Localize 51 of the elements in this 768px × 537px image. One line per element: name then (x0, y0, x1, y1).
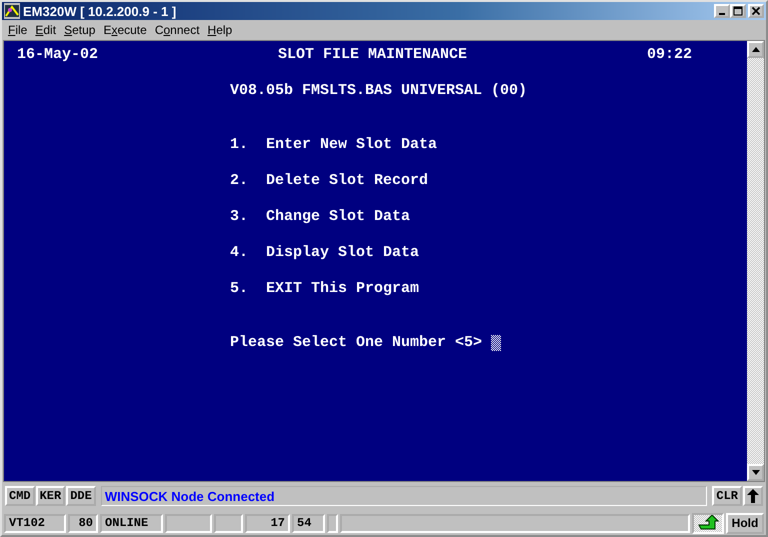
status-cell: VT102 (4, 514, 66, 532)
time-text: 09:22 (646, 46, 692, 64)
minimize-icon (719, 13, 725, 15)
close-icon (751, 6, 761, 16)
minimize-button[interactable] (714, 4, 730, 18)
status-cell (327, 514, 338, 532)
up-triangle-icon (752, 47, 760, 52)
menu-item[interactable]: Setup (60, 23, 100, 37)
option-label: Enter New Slot Data (266, 136, 438, 154)
status-cell (214, 514, 243, 532)
status-cell: 80 (68, 514, 98, 532)
prompt-text: Please Select One Number <5> (230, 334, 482, 352)
version-text: V08.05b FMSLTS.BAS UNIVERSAL (00) (230, 82, 528, 100)
close-button[interactable] (748, 4, 764, 18)
option-number: 2. (230, 172, 250, 190)
cursor-icon (491, 335, 502, 351)
status-cell: 54 (292, 514, 325, 532)
menu-item[interactable]: Help (204, 23, 236, 37)
status-cell: 17 (245, 514, 290, 532)
menu-item[interactable]: Connect (150, 23, 204, 37)
option-number: 1. (230, 136, 250, 154)
option-number: 4. (230, 244, 250, 262)
message-field: WINSOCK Node Connected (100, 486, 708, 506)
option-label: Display Slot Data (266, 244, 420, 262)
menu-item[interactable]: Edit (31, 23, 60, 37)
status-cell: ONLINE (100, 514, 163, 532)
connect-button[interactable] (692, 512, 724, 534)
up-arrow-button[interactable] (743, 486, 763, 506)
toolbar-button[interactable]: DDE (66, 486, 96, 506)
scrollbar[interactable] (747, 41, 764, 481)
menu-item[interactable]: File (4, 23, 32, 37)
toolbar-button[interactable]: CMD (5, 486, 35, 506)
date-text: 16-May-02 (17, 46, 98, 64)
clear-button[interactable]: CLR (712, 486, 742, 506)
option-label: Delete Slot Record (266, 172, 428, 190)
maximize-icon (733, 6, 743, 16)
maximize-button[interactable] (730, 4, 746, 18)
scroll-up-button[interactable] (747, 41, 764, 58)
screen-title: SLOT FILE MAINTENANCE (278, 46, 468, 64)
hold-button[interactable]: Hold (726, 512, 764, 534)
menu-item[interactable]: Execute (99, 23, 151, 37)
option-label: EXIT This Program (266, 280, 420, 298)
option-number: 5. (230, 280, 250, 298)
window-title: EM320W [ 10.2.200.9 - 1 ] (23, 4, 176, 18)
scroll-down-button[interactable] (747, 464, 764, 481)
option-label: Change Slot Data (266, 208, 410, 226)
status-cell (165, 514, 212, 532)
down-triangle-icon (752, 470, 760, 475)
toolbar-button[interactable]: KER (36, 486, 66, 506)
option-number: 3. (230, 208, 250, 226)
app-icon (4, 3, 20, 19)
